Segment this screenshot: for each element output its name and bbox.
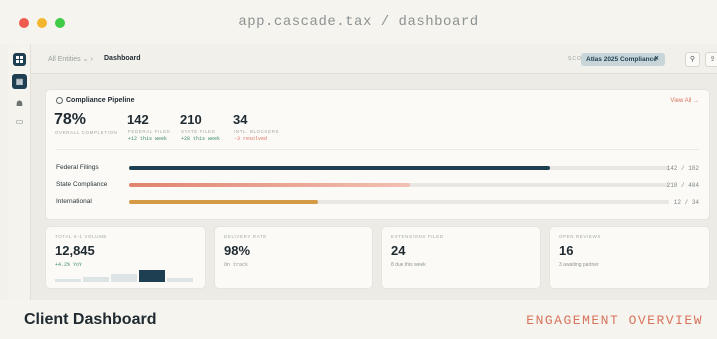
stat-label-intl: INTL. BLOCKERS <box>234 129 280 134</box>
metric-sub: 3 awaiting partner <box>559 262 599 268</box>
metric-sub: On track <box>224 262 249 268</box>
scope-filter-chip[interactable]: Atlas 2025 Compliance ✕ <box>581 53 665 66</box>
close-icon[interactable]: ✕ <box>653 56 660 63</box>
caption-tag: ENGAGEMENT OVERVIEW <box>526 313 703 328</box>
export-button[interactable]: ⇪ <box>705 52 717 67</box>
row-value-state: 210 / 404 <box>666 182 699 189</box>
pipeline-status-icon <box>56 97 63 104</box>
progress-fill-federal <box>129 166 551 170</box>
view-all-link[interactable]: View All → <box>670 98 699 104</box>
app-window: ▦ ☗ ▭ All Entities ⌄ › Dashboard SCOPE A… <box>8 44 717 300</box>
row-label-intl: International <box>56 198 92 205</box>
row-value-federal: 142 / 182 <box>666 165 699 172</box>
row-label-federal: Federal Filings <box>56 164 99 171</box>
stat-label-state: STATE FILED <box>181 129 216 134</box>
breadcrumb-root[interactable]: All Entities ⌄ › <box>48 55 93 63</box>
metric-card-delivery-rate[interactable]: DELIVERY RATE 98% On track <box>214 226 373 289</box>
mini-bar <box>55 279 81 282</box>
app-logo-icon[interactable] <box>13 53 26 66</box>
row-label-state: State Compliance <box>56 181 108 188</box>
metric-value: 24 <box>391 243 406 258</box>
metric-value: 98% <box>224 243 251 258</box>
stat-delta-federal: +12 this week <box>128 136 168 142</box>
card-title: Compliance Pipeline <box>66 97 135 104</box>
stat-value-federal: 142 <box>127 112 149 127</box>
stat-label-federal: FEDERAL FILED <box>128 129 171 134</box>
top-bar: All Entities ⌄ › Dashboard SCOPE Atlas 2… <box>31 44 717 74</box>
metric-value: 16 <box>559 243 574 258</box>
mini-bar-current <box>139 270 165 282</box>
search-button[interactable]: ⚲ <box>685 52 700 67</box>
metric-value: 12,845 <box>55 243 95 258</box>
mini-bar <box>167 278 193 282</box>
metric-label: EXTENSIONS FILED <box>391 234 444 239</box>
dashboard-grid-icon[interactable]: ▦ <box>12 74 27 89</box>
progress-fill-state <box>129 183 410 187</box>
stat-delta-intl: -3 resolved <box>234 136 268 142</box>
progress-bar-intl <box>129 200 669 204</box>
metric-card-extensions[interactable]: EXTENSIONS FILED 24 8 due this week <box>381 226 541 289</box>
mini-bar <box>83 277 109 282</box>
metric-label: OPEN REVIEWS <box>559 234 601 239</box>
breadcrumb-current: Dashboard <box>104 55 141 62</box>
upload-icon: ⇪ <box>709 56 716 63</box>
stat-value-state: 210 <box>180 112 202 127</box>
progress-bar-federal <box>129 166 669 170</box>
metric-label: TOTAL K-1 VOLUME <box>55 234 108 239</box>
caption-footer: Client Dashboard ENGAGEMENT OVERVIEW <box>0 300 717 339</box>
mini-bar <box>111 274 137 282</box>
divider <box>56 149 699 150</box>
stat-value-intl: 34 <box>233 112 248 127</box>
stat-value-completion: 78% <box>54 111 87 128</box>
folder-icon[interactable]: ▭ <box>12 114 27 129</box>
search-icon: ⚲ <box>689 56 696 63</box>
progress-bar-state <box>129 183 669 187</box>
address-bar-url[interactable]: app.cascade.tax / dashboard <box>0 14 717 30</box>
row-value-intl: 12 / 34 <box>673 199 699 206</box>
stat-delta-state: +28 this week <box>181 136 221 142</box>
entities-icon[interactable]: ☗ <box>12 96 27 111</box>
progress-fill-intl <box>129 200 318 204</box>
scope-value: Atlas 2025 Compliance <box>586 56 657 63</box>
stat-label-completion: OVERALL COMPLETION <box>55 130 118 135</box>
metric-card-open-reviews[interactable]: OPEN REVIEWS 16 3 awaiting partner <box>549 226 710 289</box>
sidebar-rail: ▦ ☗ ▭ <box>8 44 31 300</box>
window-titlebar: app.cascade.tax / dashboard <box>0 0 717 44</box>
metric-label: DELIVERY RATE <box>224 234 267 239</box>
compliance-pipeline-card: Compliance Pipeline View All → 78% OVERA… <box>45 89 710 220</box>
metric-sub: 8 due this week <box>391 262 426 268</box>
metric-sub: +4.2% YoY <box>55 262 83 268</box>
metric-card-k1-volume[interactable]: TOTAL K-1 VOLUME 12,845 +4.2% YoY <box>45 226 206 289</box>
caption-title: Client Dashboard <box>24 311 157 328</box>
